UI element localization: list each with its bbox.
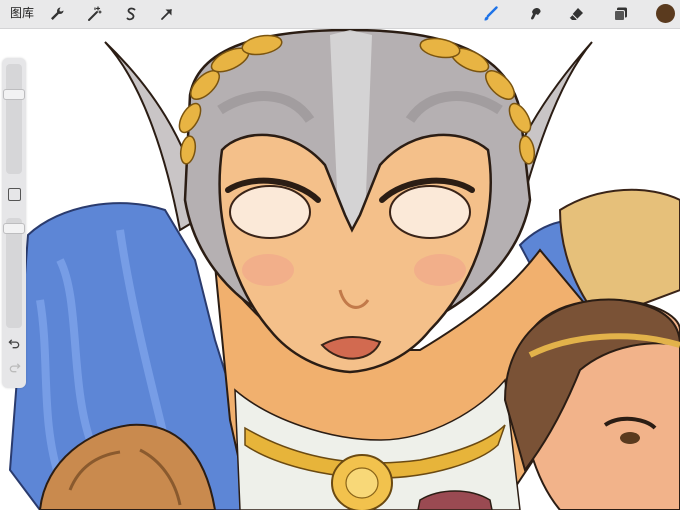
brush-size-handle[interactable] — [3, 89, 25, 100]
smudge-icon[interactable] — [526, 4, 546, 24]
eraser-icon[interactable] — [566, 4, 586, 24]
redo-icon[interactable] — [7, 360, 21, 374]
selection-s-icon[interactable] — [121, 4, 141, 24]
undo-icon[interactable] — [7, 336, 21, 350]
brush-icon[interactable] — [480, 4, 500, 24]
current-color-swatch[interactable] — [656, 4, 675, 23]
brush-size-slider[interactable] — [3, 64, 25, 174]
drawing-canvas[interactable] — [0, 29, 680, 510]
opacity-slider[interactable] — [3, 218, 25, 328]
magic-wand-icon[interactable] — [84, 4, 104, 24]
opacity-handle[interactable] — [3, 223, 25, 234]
modify-square-icon[interactable] — [8, 188, 21, 201]
wrench-icon[interactable] — [47, 4, 67, 24]
layers-icon[interactable] — [611, 4, 631, 24]
gallery-button[interactable]: 图库 — [10, 5, 34, 21]
move-arrow-icon[interactable] — [157, 4, 177, 24]
left-sidebar — [2, 58, 26, 388]
top-toolbar: 图库 — [0, 0, 680, 29]
